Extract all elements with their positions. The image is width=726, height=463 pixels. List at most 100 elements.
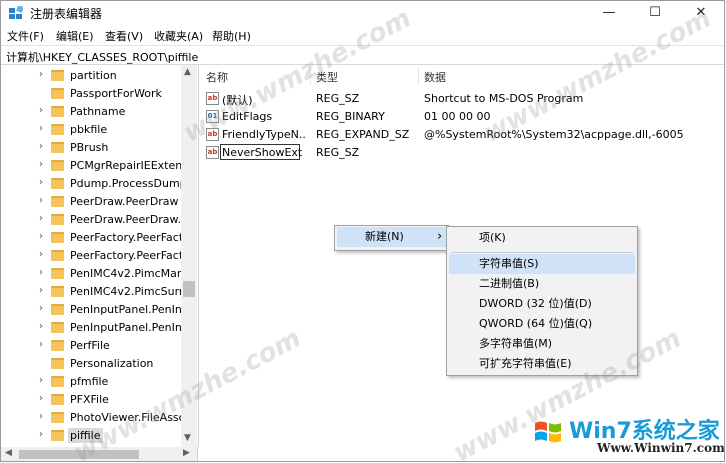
- regedit-window: 注册表编辑器 — ☐ ✕ 文件(F) 编辑(E) 查看(V) 收藏夹(A) 帮助…: [0, 0, 725, 462]
- title-bar[interactable]: 注册表编辑器 — ☐ ✕: [1, 1, 724, 25]
- folder-icon: [51, 178, 64, 189]
- chevron-right-icon[interactable]: ›: [39, 159, 43, 170]
- menu-favorites[interactable]: 收藏夹(A): [154, 28, 203, 44]
- folder-icon: [51, 196, 64, 207]
- chevron-right-icon[interactable]: ›: [39, 195, 43, 206]
- menu-view[interactable]: 查看(V): [105, 28, 143, 44]
- tree-item[interactable]: PassportForWork: [1, 85, 181, 103]
- scroll-down-icon[interactable]: ▼: [184, 433, 191, 443]
- tree-item[interactable]: › Pdump.ProcessDump: [1, 175, 187, 193]
- chevron-right-icon[interactable]: ›: [39, 177, 43, 188]
- chevron-right-icon[interactable]: ›: [39, 141, 43, 152]
- chevron-right-icon[interactable]: ›: [39, 393, 43, 404]
- chevron-right-icon[interactable]: ›: [39, 375, 43, 386]
- submenu-item-label: QWORD (64 位)值(Q): [479, 317, 593, 330]
- submenu-item-key[interactable]: 项(K): [449, 228, 635, 248]
- folder-icon: [51, 268, 64, 279]
- tree-item[interactable]: › pbkfile: [1, 121, 181, 139]
- chevron-right-icon[interactable]: ›: [39, 231, 43, 242]
- column-divider[interactable]: [418, 67, 419, 85]
- chevron-right-icon[interactable]: ›: [39, 303, 43, 314]
- chevron-right-icon[interactable]: ›: [39, 105, 43, 116]
- chevron-right-icon[interactable]: ›: [39, 285, 43, 296]
- menu-separator: [451, 252, 633, 253]
- minimize-button[interactable]: —: [586, 1, 632, 25]
- value-name: FriendlyTypeN...: [222, 128, 306, 141]
- tree-item-label: PassportForWork: [70, 87, 162, 100]
- chevron-right-icon[interactable]: ›: [39, 321, 43, 332]
- tree-item[interactable]: › PCMgrRepairIEExtens: [1, 157, 188, 175]
- submenu-item-label: 项(K): [479, 231, 506, 244]
- column-header-name[interactable]: 名称: [206, 69, 228, 85]
- tree-item[interactable]: › partition: [1, 67, 181, 85]
- tree-item-label: Pathname: [70, 105, 126, 118]
- folder-icon: [51, 340, 64, 351]
- chevron-right-icon[interactable]: ›: [39, 249, 43, 260]
- chevron-right-icon[interactable]: ›: [39, 429, 43, 440]
- scroll-left-icon[interactable]: ◀: [5, 448, 12, 458]
- submenu-item-multi-string-value[interactable]: 多字符串值(M): [449, 334, 635, 354]
- tree-item[interactable]: › PeerDraw.PeerDraw.1: [1, 211, 188, 229]
- tree-item-label: PenInputPanel.PenInp: [70, 321, 189, 334]
- folder-icon: [51, 322, 64, 333]
- menu-help[interactable]: 帮助(H): [212, 28, 251, 44]
- chevron-right-icon: ›: [437, 229, 443, 244]
- menu-file[interactable]: 文件(F): [7, 28, 44, 44]
- tree-item[interactable]: › pfmfile: [1, 373, 181, 391]
- tree-item[interactable]: › PenInputPanel.PenInp: [1, 319, 189, 337]
- scrollbar-thumb[interactable]: [183, 281, 195, 297]
- tree-item[interactable]: Personalization: [1, 355, 181, 373]
- value-data: @%SystemRoot%\System32\acppage.dll,-6005: [424, 128, 684, 141]
- submenu-item-dword-value[interactable]: DWORD (32 位)值(D): [449, 294, 635, 314]
- tree-item-label: PenInputPanel.PenInp: [70, 303, 189, 316]
- scroll-right-icon[interactable]: ▶: [183, 448, 190, 458]
- tree-item[interactable]: › PeerFactory.PeerFacto: [1, 229, 190, 247]
- tree-item-label: PFXFile: [70, 393, 109, 406]
- tree-item[interactable]: › Pathname: [1, 103, 181, 121]
- chevron-right-icon[interactable]: ›: [39, 267, 43, 278]
- folder-icon: [51, 430, 64, 441]
- folder-icon: [51, 358, 64, 369]
- tree-item[interactable]: › PerfFile: [1, 337, 181, 355]
- folder-icon: [51, 70, 64, 81]
- windows-flag-icon: [535, 421, 561, 443]
- submenu-item-label: DWORD (32 位)值(D): [479, 297, 592, 310]
- value-name-input[interactable]: NeverShowExt: [222, 146, 306, 159]
- chevron-right-icon[interactable]: ›: [39, 339, 43, 350]
- submenu-item-qword-value[interactable]: QWORD (64 位)值(Q): [449, 314, 635, 334]
- chevron-right-icon[interactable]: ›: [39, 213, 43, 224]
- chevron-right-icon[interactable]: ›: [39, 411, 43, 422]
- tree-item-label: Personalization: [70, 357, 154, 370]
- tree-item-label: PCMgrRepairIEExtens: [70, 159, 188, 172]
- tree-item-label: PeerDraw.PeerDraw: [70, 195, 179, 208]
- column-header-data[interactable]: 数据: [424, 69, 446, 85]
- menu-edit[interactable]: 编辑(E): [56, 28, 94, 44]
- address-path[interactable]: 计算机\HKEY_CLASSES_ROOT\piffile: [6, 49, 198, 65]
- folder-icon: [51, 394, 64, 405]
- string-value-icon: ab: [206, 146, 219, 159]
- value-row[interactable]: ab NeverShowExt REG_SZ: [200, 144, 720, 162]
- folder-icon: [51, 142, 64, 153]
- scroll-up-icon[interactable]: ▲: [184, 67, 191, 77]
- tree-item[interactable]: › PBrush: [1, 139, 181, 157]
- tree-item[interactable]: › PeerFactory.PeerFacto: [1, 247, 190, 265]
- folder-icon: [51, 214, 64, 225]
- folder-icon: [51, 160, 64, 171]
- folder-icon: [51, 232, 64, 243]
- tree-item[interactable]: › PeerDraw.PeerDraw: [1, 193, 181, 211]
- submenu-item-binary-value[interactable]: 二进制值(B): [449, 274, 635, 294]
- chevron-right-icon[interactable]: ›: [39, 69, 43, 80]
- chevron-right-icon[interactable]: ›: [39, 123, 43, 134]
- brand-logo: Win7系统之家 Www.Winwin7.com: [531, 411, 724, 459]
- tree-item-label: PenIMC4v2.PimcMan: [70, 267, 184, 280]
- tree-item[interactable]: › PenIMC4v2.PimcMan: [1, 265, 184, 283]
- tree-item[interactable]: › PenIMC4v2.PimcSurro: [1, 283, 190, 301]
- menu-item-new[interactable]: 新建(N) ›: [337, 227, 446, 247]
- submenu-item-string-value[interactable]: 字符串值(S): [449, 254, 635, 274]
- value-type: REG_SZ: [316, 92, 360, 105]
- window-title: 注册表编辑器: [30, 7, 103, 21]
- tree-item[interactable]: › PenInputPanel.PenInp: [1, 301, 189, 319]
- value-row[interactable]: ab FriendlyTypeN... REG_EXPAND_SZ @%Syst…: [200, 126, 720, 144]
- value-row[interactable]: 01 EditFlags REG_BINARY 01 00 00 00: [200, 108, 720, 126]
- submenu-item-label: 可扩充字符串值(E): [479, 357, 572, 370]
